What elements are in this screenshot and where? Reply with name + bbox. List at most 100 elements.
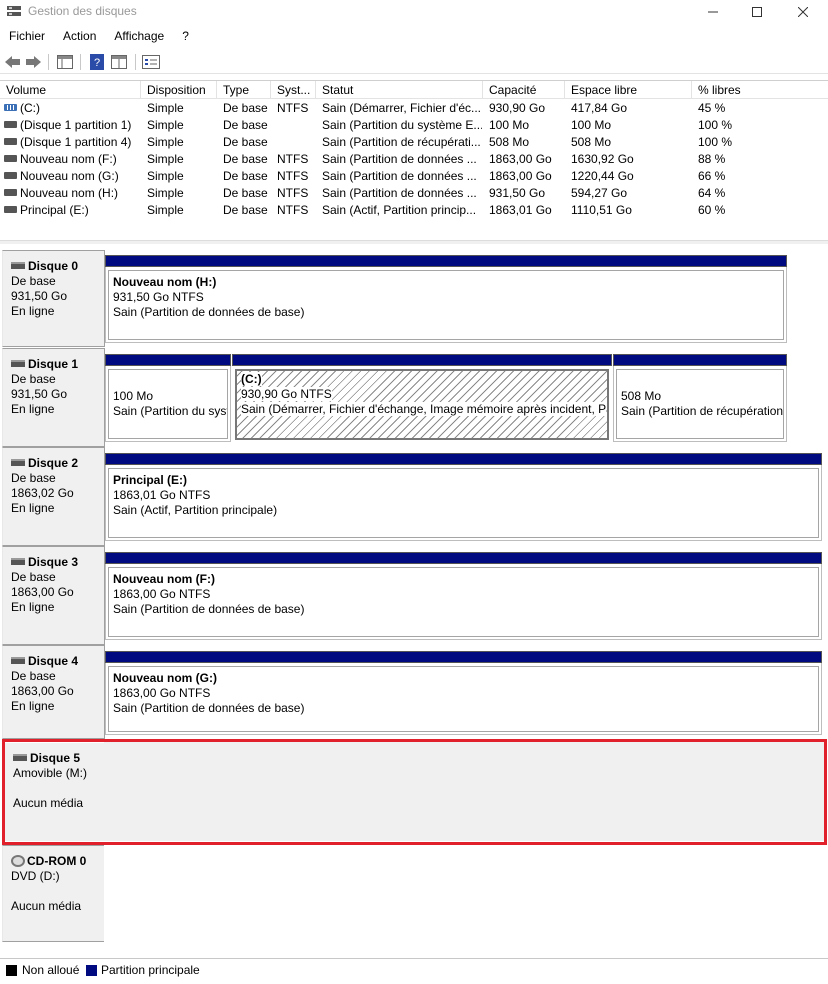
- menu-help[interactable]: ?: [173, 26, 198, 46]
- partition-details: Nouveau nom (F:) 1863,00 Go NTFS Sain (P…: [108, 567, 819, 637]
- disk-name: Disque 3: [28, 555, 79, 569]
- title-bar: Gestion des disques: [0, 0, 828, 24]
- menu-fichier[interactable]: Fichier: [0, 26, 54, 46]
- cell-text: 417,84 Go: [571, 101, 628, 115]
- disk-view-icon: [142, 55, 160, 69]
- partition-status: Sain (Partition de récupération): [621, 404, 784, 418]
- table-cell-volume: (C:): [4, 101, 139, 115]
- column-header-filesystem[interactable]: Syst...: [271, 81, 316, 99]
- disk-state: En ligne: [11, 304, 55, 318]
- partition-c[interactable]: (C:) 930,90 Go NTFS Sain (Démarrer, Fich…: [232, 354, 612, 442]
- column-header-volume[interactable]: Volume: [0, 81, 141, 99]
- cell-text: Nouveau nom (F:): [20, 152, 117, 166]
- cell-text: 1863,00 Go: [489, 152, 552, 166]
- menu-affichage[interactable]: Affichage: [105, 26, 173, 46]
- column-header-pct-libres[interactable]: % libres: [692, 81, 828, 99]
- table-cell-fs: NTFS: [277, 169, 316, 183]
- table-cell-volume: Nouveau nom (H:): [4, 186, 139, 200]
- table-cell-type: De base: [223, 186, 271, 200]
- primary-partition-swatch: [86, 965, 97, 976]
- disk-1-label[interactable]: Disque 1 De base 931,50 Go En ligne: [2, 348, 105, 447]
- column-header-espace-libre[interactable]: Espace libre: [565, 81, 692, 99]
- system-volume-icon: [4, 104, 17, 111]
- table-cell-statut: Sain (Partition de données ...: [322, 186, 482, 200]
- table-cell-volume: (Disque 1 partition 1): [4, 118, 139, 132]
- partition-details: 508 Mo Sain (Partition de récupération): [616, 369, 784, 439]
- table-row[interactable]: (C:) Simple De base NTFS Sain (Démarrer, Fic…: [0, 100, 828, 117]
- table-row[interactable]: Nouveau nom (F:) Simple De base NTFS Sain (P…: [0, 151, 828, 168]
- disk-3-label[interactable]: Disque 3 De base 1863,00 Go En ligne: [2, 546, 105, 645]
- table-cell-pct: 45 %: [698, 101, 818, 115]
- column-header-capacite[interactable]: Capacité: [483, 81, 565, 99]
- cdrom-0-body[interactable]: [104, 845, 826, 958]
- table-cell-statut: Sain (Partition de données ...: [322, 152, 482, 166]
- disk-name: Disque 2: [28, 456, 79, 470]
- maximize-icon: [752, 7, 762, 17]
- table-cell-capacite: 508 Mo: [489, 135, 565, 149]
- cell-text: 508 Mo: [489, 135, 530, 149]
- menu-bar: Fichier Action Affichage ?: [0, 26, 828, 46]
- table-cell-capacite: 100 Mo: [489, 118, 565, 132]
- cell-text: (Disque 1 partition 4): [20, 135, 132, 149]
- volume-list[interactable]: Volume Disposition Type Syst... Statut C…: [0, 80, 828, 240]
- cell-text: Simple: [147, 186, 184, 200]
- table-cell-capacite: 1863,00 Go: [489, 152, 565, 166]
- cell-text: De base: [223, 186, 268, 200]
- table-cell-statut: Sain (Actif, Partition princip...: [322, 203, 482, 217]
- back-button[interactable]: [4, 53, 22, 71]
- cell-text: Nouveau nom (G:): [20, 169, 119, 183]
- cell-text: (Disque 1 partition 1): [20, 118, 132, 132]
- cell-text: 931,50 Go: [489, 186, 546, 200]
- menu-action[interactable]: Action: [54, 26, 105, 46]
- disk-4-label[interactable]: Disque 4 De base 1863,00 Go En ligne: [2, 645, 105, 739]
- forward-button[interactable]: [25, 53, 43, 71]
- cell-text: Nouveau nom (H:): [20, 186, 119, 200]
- disk-0-label[interactable]: Disque 0 De base 931,50 Go En ligne: [2, 250, 105, 347]
- column-header-type[interactable]: Type: [217, 81, 271, 99]
- table-row[interactable]: (Disque 1 partition 4) Simple De base Sain …: [0, 134, 828, 151]
- partition-f[interactable]: Nouveau nom (F:) 1863,00 Go NTFS Sain (P…: [105, 552, 822, 640]
- properties-button[interactable]: [110, 53, 128, 71]
- cell-text: Simple: [147, 169, 184, 183]
- table-cell-volume: (Disque 1 partition 4): [4, 135, 139, 149]
- cell-text: NTFS: [277, 101, 309, 115]
- cell-text: Sain (Démarrer, Fichier d'éc...: [322, 101, 482, 115]
- maximize-button[interactable]: [734, 0, 780, 24]
- disk-icon: [11, 657, 25, 664]
- table-cell-fs: NTFS: [277, 152, 316, 166]
- table-cell-type: De base: [223, 118, 271, 132]
- cdrom-0-label[interactable]: CD-ROM 0 DVD (D:) Aucun média: [2, 845, 105, 942]
- table-cell-fs: NTFS: [277, 186, 316, 200]
- table-row[interactable]: Nouveau nom (G:) Simple De base NTFS Sain (P…: [0, 168, 828, 185]
- partition-status: Sain (Actif, Partition principale): [113, 503, 278, 517]
- disk-view-button[interactable]: [142, 53, 160, 71]
- partition-name: Nouveau nom (G:): [113, 671, 217, 685]
- partition-status: Sain (Démarrer, Fichier d'échange, Image…: [241, 402, 607, 416]
- minimize-button[interactable]: [690, 0, 736, 24]
- console-tree-button[interactable]: [56, 53, 74, 71]
- column-header-disposition[interactable]: Disposition: [141, 81, 217, 99]
- partition-h[interactable]: Nouveau nom (H:) 931,50 Go NTFS Sain (Pa…: [105, 255, 787, 343]
- cell-text: Simple: [147, 152, 184, 166]
- table-cell-disposition: Simple: [147, 135, 217, 149]
- table-row[interactable]: Principal (E:) Simple De base NTFS Sain (Act…: [0, 202, 828, 219]
- table-row[interactable]: Nouveau nom (H:) Simple De base NTFS Sain (P…: [0, 185, 828, 202]
- disk-name: Disque 4: [28, 654, 79, 668]
- disk-kind: De base: [11, 372, 56, 386]
- disk-icon: [11, 459, 25, 466]
- partition-g[interactable]: Nouveau nom (G:) 1863,00 Go NTFS Sain (P…: [105, 651, 822, 735]
- partition-efi[interactable]: 100 Mo Sain (Partition du système EFI): [105, 354, 231, 442]
- disk-2-label[interactable]: Disque 2 De base 1863,02 Go En ligne: [2, 447, 105, 546]
- cell-text: De base: [223, 135, 268, 149]
- disk-graphical-view: Disque 0 De base 931,50 Go En ligne Nouv…: [0, 244, 828, 958]
- cell-text: 508 Mo: [571, 135, 612, 149]
- minimize-icon: [708, 11, 718, 13]
- partition-e[interactable]: Principal (E:) 1863,01 Go NTFS Sain (Act…: [105, 453, 822, 541]
- partition-recovery[interactable]: 508 Mo Sain (Partition de récupération): [613, 354, 787, 442]
- table-row[interactable]: (Disque 1 partition 1) Simple De base Sain …: [0, 117, 828, 134]
- legend-primary-partition: Partition principale: [101, 963, 200, 977]
- table-cell-disposition: Simple: [147, 118, 217, 132]
- help-button[interactable]: ?: [88, 53, 106, 71]
- close-button[interactable]: [780, 0, 826, 24]
- column-header-statut[interactable]: Statut: [316, 81, 483, 99]
